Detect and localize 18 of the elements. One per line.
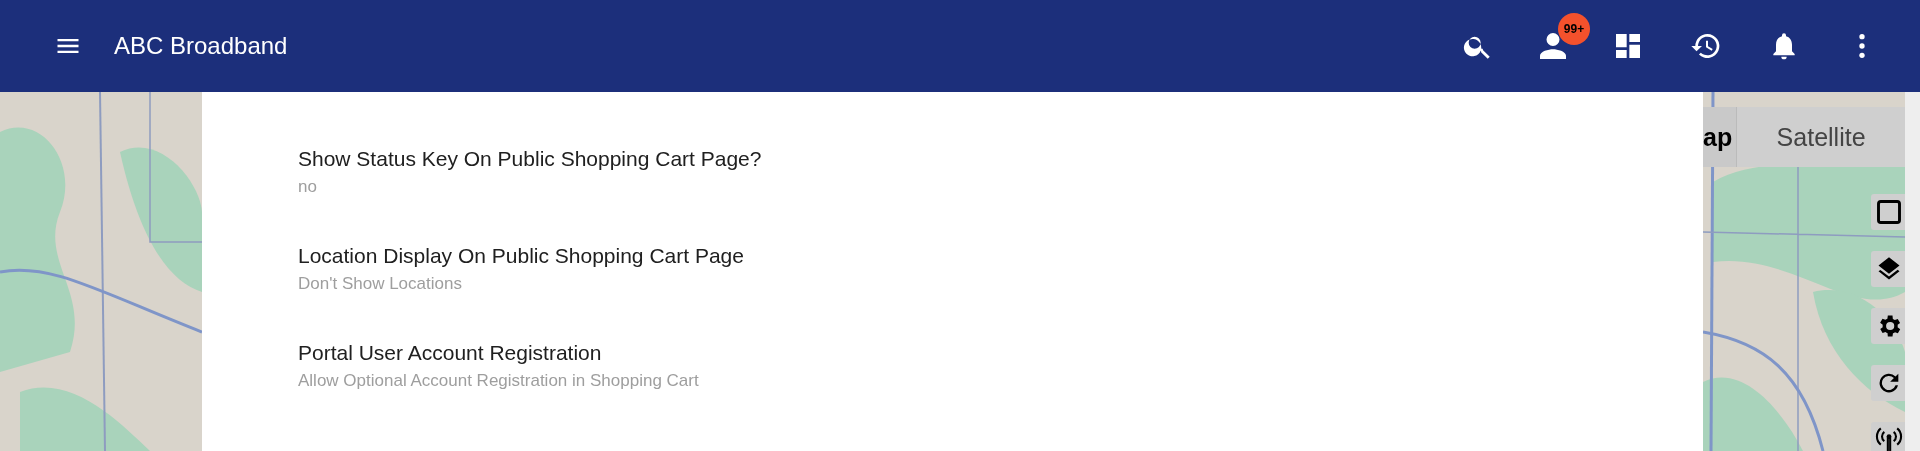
setting-value: Allow Optional Account Registration in Shopping Cart [298, 371, 700, 391]
person-icon[interactable] [1540, 33, 1566, 59]
setting-value: Don't Show Locations [298, 274, 463, 294]
square-icon [1875, 198, 1903, 226]
notification-badge: 99+ [1558, 13, 1590, 45]
antenna-button[interactable] [1871, 422, 1905, 451]
map-type-button[interactable]: Satellite [1736, 107, 1905, 167]
setting-title: Show Status Key On Public Shopping Cart Page? [298, 147, 763, 171]
settings-button[interactable] [1871, 308, 1905, 344]
app-title: ABC Broadband [114, 32, 288, 60]
setting-value: no [298, 177, 318, 197]
draw-square-button[interactable] [1871, 194, 1905, 230]
refresh-button[interactable] [1871, 365, 1905, 401]
antenna-icon [1875, 426, 1903, 451]
setting-title: Location Display On Public Shopping Cart Page [298, 244, 745, 268]
setting-title: Portal User Account Registration [298, 341, 603, 365]
layers-button[interactable] [1871, 251, 1905, 287]
map-type-button[interactable]: ap [1703, 107, 1737, 167]
